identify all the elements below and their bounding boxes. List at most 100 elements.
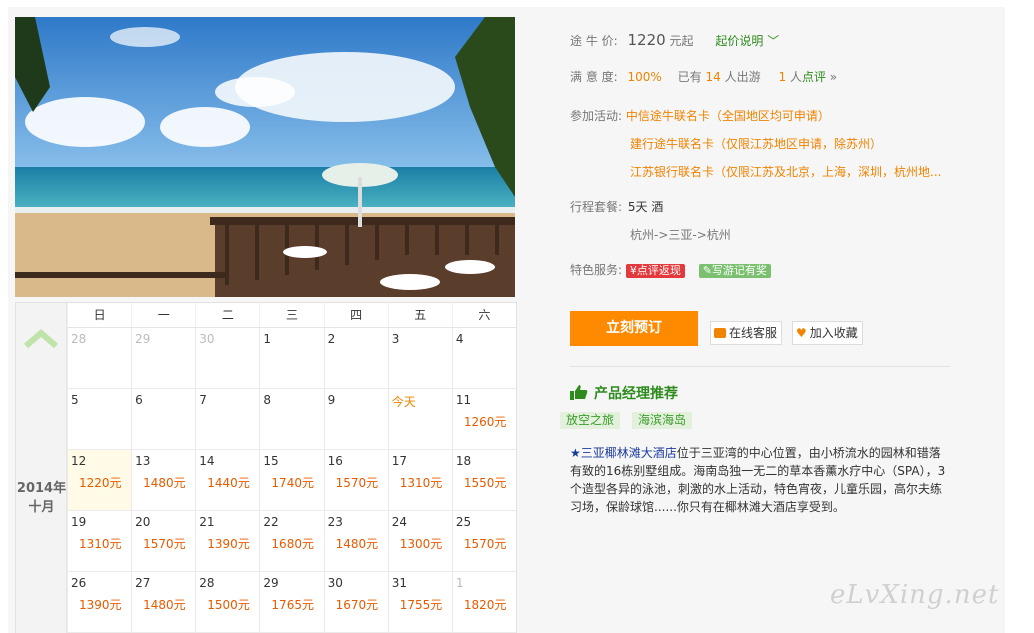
calendar-day-cell[interactable]: 23 1480元: [323, 511, 388, 571]
calendar-day-cell[interactable]: 28 1500元: [195, 572, 259, 632]
calendar-day-cell[interactable]: 9: [323, 389, 388, 449]
chat-icon: [714, 328, 726, 338]
calendar-day-cell[interactable]: 19 1310元: [67, 511, 131, 571]
activity-link-1[interactable]: 中信途牛联名卡（全国地区均可申请）: [626, 109, 830, 123]
day-number: 20: [135, 515, 151, 529]
calendar-day-cell[interactable]: 11 1260元: [451, 389, 516, 449]
activity-row-3: 江苏银行联名卡（仅限江苏及北京，上海，深圳，杭州地...: [630, 163, 941, 180]
calendar-week-row: 5 6 7 8 9 今天 11 1260元: [67, 389, 516, 450]
package-row: 行程套餐: 5天 酒: [570, 198, 663, 215]
price-explain-link[interactable]: 起价说明: [715, 34, 763, 48]
route-row: 杭州->三亚->杭州: [630, 226, 731, 243]
day-number: 25: [455, 515, 472, 529]
weekday-header: 二: [195, 303, 259, 327]
price-row: 途 牛 价: 1220 元起 起价说明 ﹀: [570, 31, 779, 49]
calendar-day-cell[interactable]: 30 1670元: [323, 572, 388, 632]
day-price: 1220元: [79, 476, 122, 490]
day-number: 17: [391, 454, 407, 468]
day-number: 28: [71, 332, 87, 346]
calendar-day-cell[interactable]: 28: [67, 328, 131, 388]
activity-link-2[interactable]: 建行途牛联名卡（仅限江苏地区申请，除苏州）: [630, 137, 882, 151]
reviews-count[interactable]: 1: [778, 70, 786, 84]
chevron-down-icon[interactable]: ﹀: [767, 34, 779, 48]
calendar-year: 2014年: [16, 481, 67, 496]
manager-recommend-title: 产品经理推荐: [570, 383, 678, 403]
day-number: 3: [391, 332, 400, 346]
calendar-day-cell[interactable]: 16 1570元: [323, 450, 388, 510]
calendar-day-cell[interactable]: 29 1765元: [259, 572, 323, 632]
travelers-prefix: 已有: [677, 70, 702, 84]
calendar-week-row: 12 1220元 13 1480元 14 1440元 15 1740元 16 1570元 17 131…: [67, 450, 516, 511]
manager-tag-1[interactable]: 放空之旅: [560, 412, 621, 429]
calendar-day-cell[interactable]: 15 1740元: [259, 450, 323, 510]
satisfaction-row: 满 意 度: 100% 已有 14 人出游 1 人点评 »: [570, 68, 837, 85]
calendar-day-cell[interactable]: 13 1480元: [131, 450, 195, 510]
activity-link-3[interactable]: 江苏银行联名卡（仅限江苏及北京，上海，深圳，杭州地...: [630, 165, 941, 179]
calendar-day-cell[interactable]: 27 1480元: [131, 572, 195, 632]
double-chevron-right-icon[interactable]: »: [830, 70, 837, 84]
calendar-day-cell[interactable]: 8: [259, 389, 323, 449]
review-cashback-tag[interactable]: ¥点评返现: [625, 264, 685, 278]
package-value: 5天 酒: [627, 200, 664, 214]
calendar-day-cell[interactable]: 今天: [387, 389, 452, 449]
manager-tag-2[interactable]: 海滨海岛: [632, 412, 693, 429]
day-number: 12: [71, 454, 87, 468]
product-photo[interactable]: [15, 17, 515, 297]
hotel-description: ★三亚椰林滩大酒店位于三亚湾的中心位置，由小桥流水的园林和错落有致的16栋别墅组…: [570, 444, 950, 516]
write-travelogue-tag[interactable]: ✎写游记有奖: [698, 264, 771, 278]
calendar-day-cell[interactable]: 24 1300元: [387, 511, 452, 571]
calendar-day-cell[interactable]: 1 1820元: [451, 572, 516, 632]
calendar-day-cell[interactable]: 6: [131, 389, 195, 449]
calendar-day-cell[interactable]: 1: [259, 328, 323, 388]
book-now-button[interactable]: 立刻预订: [570, 311, 698, 346]
calendar-day-cell[interactable]: 31 1755元: [387, 572, 452, 632]
day-number: 8: [263, 393, 272, 407]
calendar-day-cell[interactable]: 14 1440元: [195, 450, 259, 510]
weekday-header: 日: [67, 303, 131, 327]
day-number: 31: [391, 576, 407, 590]
calendar-day-cell[interactable]: 2: [323, 328, 388, 388]
calendar-day-cell[interactable]: 18 1550元: [451, 450, 516, 510]
day-price: 1740元: [271, 476, 314, 490]
calendar-day-cell[interactable]: 12 1220元: [67, 450, 132, 510]
reviews-link[interactable]: 人点评: [790, 70, 826, 84]
calendar-day-cell[interactable]: 25 1570元: [451, 511, 516, 571]
day-price: 1570元: [463, 537, 507, 551]
price-calendar: 2014年 十月 日一二三四五六 28 29 30 1 2 3 4 5 6 7 8 9 今天 11 1260…: [15, 302, 517, 633]
watermark: eLvXing.net: [830, 580, 1000, 610]
chevron-up-icon[interactable]: [24, 329, 58, 349]
calendar-day-cell[interactable]: 7: [195, 389, 259, 449]
day-number: 23: [327, 515, 343, 529]
calendar-day-cell[interactable]: 21 1390元: [195, 511, 259, 571]
calendar-day-cell[interactable]: 30: [195, 328, 259, 388]
calendar-day-cell[interactable]: 29: [131, 328, 195, 388]
day-price: 1570元: [143, 537, 186, 551]
add-favorite-button[interactable]: ♥ 加入收藏: [792, 321, 863, 345]
day-number: 27: [135, 576, 151, 590]
day-price: 1480元: [143, 476, 186, 490]
day-price: 1310元: [79, 537, 122, 551]
activities-row: 参加活动: 中信途牛联名卡（全国地区均可申请）: [570, 107, 830, 124]
calendar-day-cell[interactable]: 4: [451, 328, 516, 388]
online-service-button[interactable]: 在线客服: [710, 321, 783, 345]
day-price: 1310元: [399, 476, 443, 490]
day-number: 今天: [391, 395, 416, 409]
calendar-day-cell[interactable]: 26 1390元: [67, 572, 131, 632]
day-number: 30: [199, 332, 215, 346]
calendar-day-cell[interactable]: 20 1570元: [131, 511, 195, 571]
calendar-grid: 28 29 30 1 2 3 4 5 6 7 8 9 今天 11 1260元 12 1220元 13 1480元 14…: [67, 328, 516, 633]
calendar-week-row: 19 1310元 20 1570元 21 1390元 22 1680元 23 1480元 24 130…: [67, 511, 516, 572]
calendar-day-cell[interactable]: 5: [67, 389, 131, 449]
hotel-name-link[interactable]: ★三亚椰林滩大酒店: [570, 446, 677, 460]
travelers-count: 14: [705, 70, 721, 84]
calendar-day-cell[interactable]: 22 1680元: [259, 511, 323, 571]
day-price: 1755元: [399, 598, 443, 612]
calendar-month-label: 2014年 十月: [16, 479, 67, 517]
day-price: 1500元: [207, 598, 250, 612]
calendar-day-cell[interactable]: 17 1310元: [387, 450, 452, 510]
services-label: 特色服务:: [570, 263, 623, 277]
weekday-header: 一: [131, 303, 195, 327]
weekday-header: 六: [451, 303, 516, 327]
calendar-day-cell[interactable]: 3: [387, 328, 452, 388]
day-number: 9: [327, 393, 336, 407]
